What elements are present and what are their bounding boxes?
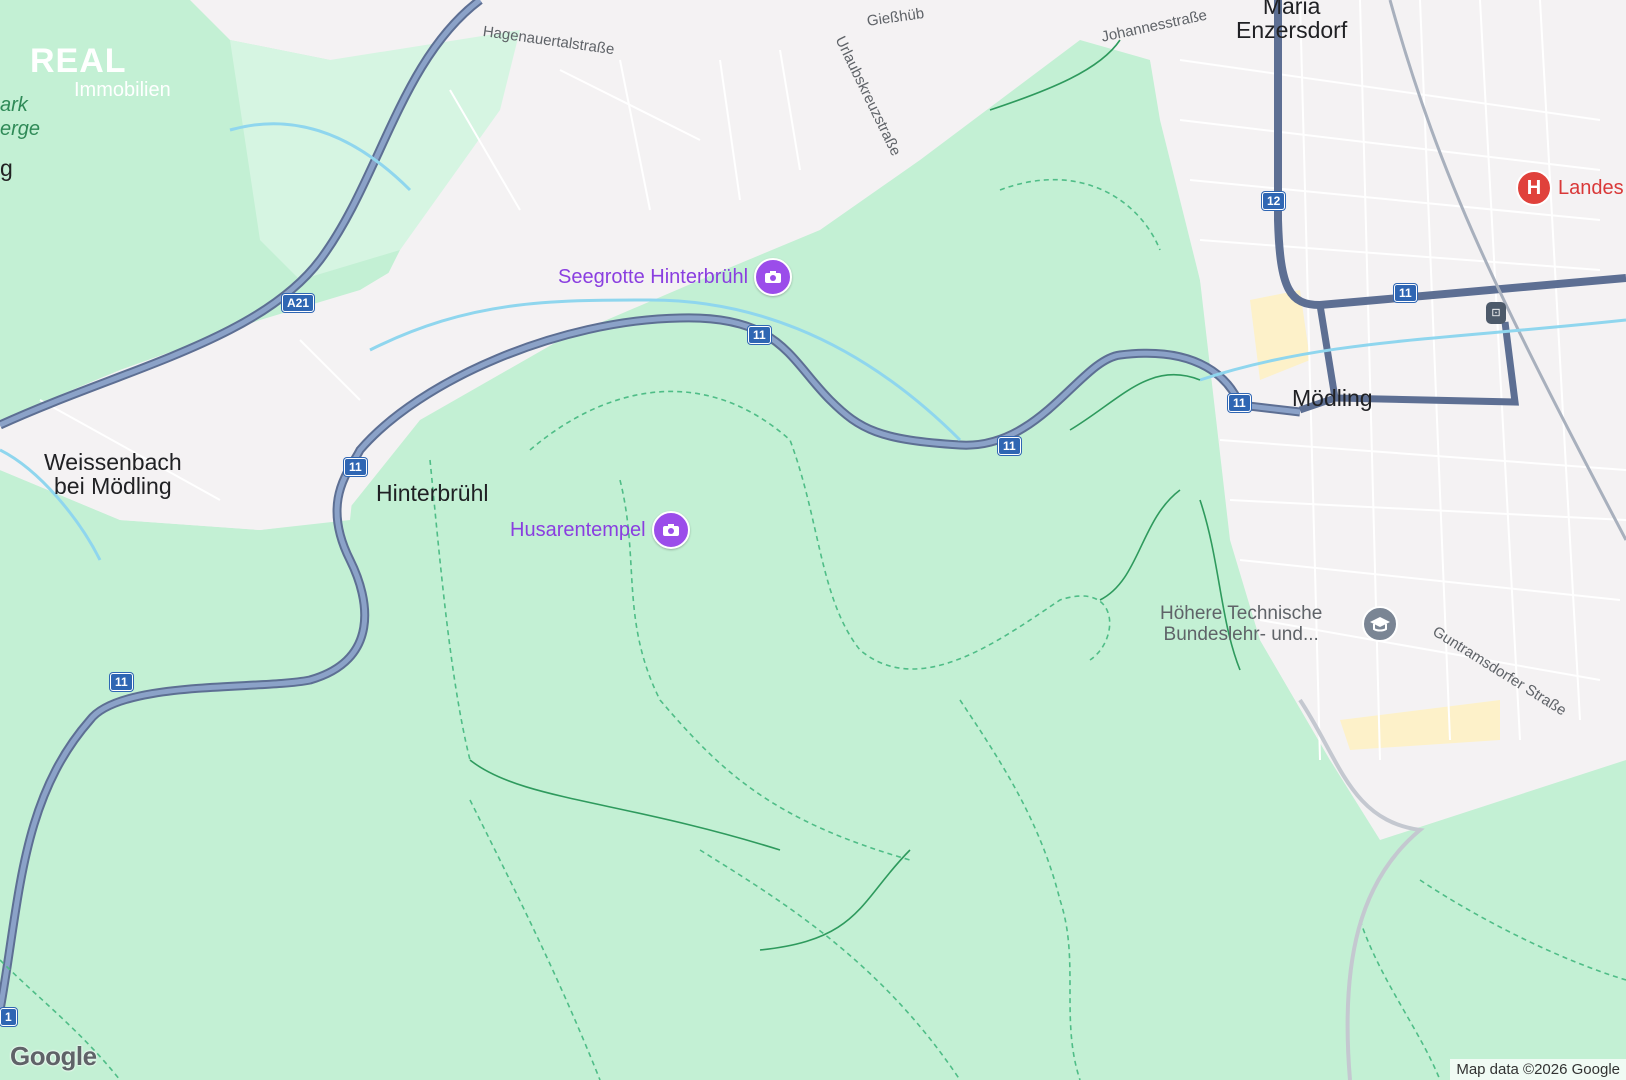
shield-12: 12 (1262, 192, 1286, 210)
town-maria-enzersdorf[interactable]: Maria Enzersdorf (1236, 0, 1347, 42)
town-hinterbruehl[interactable]: Hinterbrühl (376, 481, 489, 505)
map-base-layer (0, 0, 1626, 1080)
town-weissenbach-line2: bei Mödling (54, 473, 172, 500)
shield-11-d: 11 (110, 673, 133, 691)
edge-label-g: g (0, 155, 13, 181)
poi-school-line2: Bundeslehr- und... (1163, 623, 1319, 645)
train-station-icon[interactable]: ⊡ (1486, 302, 1506, 324)
logo-brand: REAL (30, 42, 127, 80)
shield-11-e: 11 (1228, 394, 1251, 412)
edge-label-berge: erge (0, 118, 41, 140)
shield-11-c: 11 (998, 437, 1021, 455)
poi-school[interactable]: Höhere Technische Bundeslehr- und... (1160, 603, 1323, 646)
town-weissenbach[interactable]: Weissenbach bei Mödling (44, 450, 182, 498)
town-weissenbach-line1: Weissenbach (44, 449, 182, 475)
town-maria-enzersdorf-line1: Maria (1262, 0, 1321, 19)
camera-icon (651, 511, 690, 549)
poi-seegrotte-label: Seegrotte Hinterbrühl (558, 265, 749, 288)
map-canvas[interactable]: REAL Immobilien ark erge g Maria Enzersd… (0, 0, 1626, 1080)
poi-school-line1: Höhere Technische (1160, 603, 1323, 624)
hospital-icon: H (1516, 170, 1552, 206)
shield-11-b: 11 (344, 458, 367, 476)
shield-a21: A21 (282, 294, 315, 312)
shield-11-a: 11 (748, 326, 771, 344)
poi-seegrotte[interactable]: Seegrotte Hinterbrühl (558, 258, 793, 296)
town-maria-enzersdorf-line2: Enzersdorf (1236, 17, 1348, 44)
camera-icon (754, 258, 793, 296)
real-immobilien-logo: REAL Immobilien (30, 42, 171, 102)
shield-1: 1 (0, 1008, 17, 1026)
poi-husarentempel[interactable]: Husarentempel (510, 511, 690, 549)
map-attribution[interactable]: Map data ©2026 Google (1450, 1059, 1626, 1080)
poi-hospital[interactable]: H Landes (1516, 170, 1624, 206)
poi-husarentempel-label: Husarentempel (510, 518, 646, 541)
google-logo: Google (10, 1041, 97, 1071)
logo-sub: Immobilien (74, 79, 171, 101)
town-moedling[interactable]: Mödling (1292, 386, 1373, 410)
edge-label-park: ark (0, 94, 28, 116)
graduation-cap-icon[interactable] (1362, 606, 1398, 642)
shield-11-f: 11 (1394, 284, 1417, 302)
poi-hospital-label: Landes (1558, 176, 1624, 199)
